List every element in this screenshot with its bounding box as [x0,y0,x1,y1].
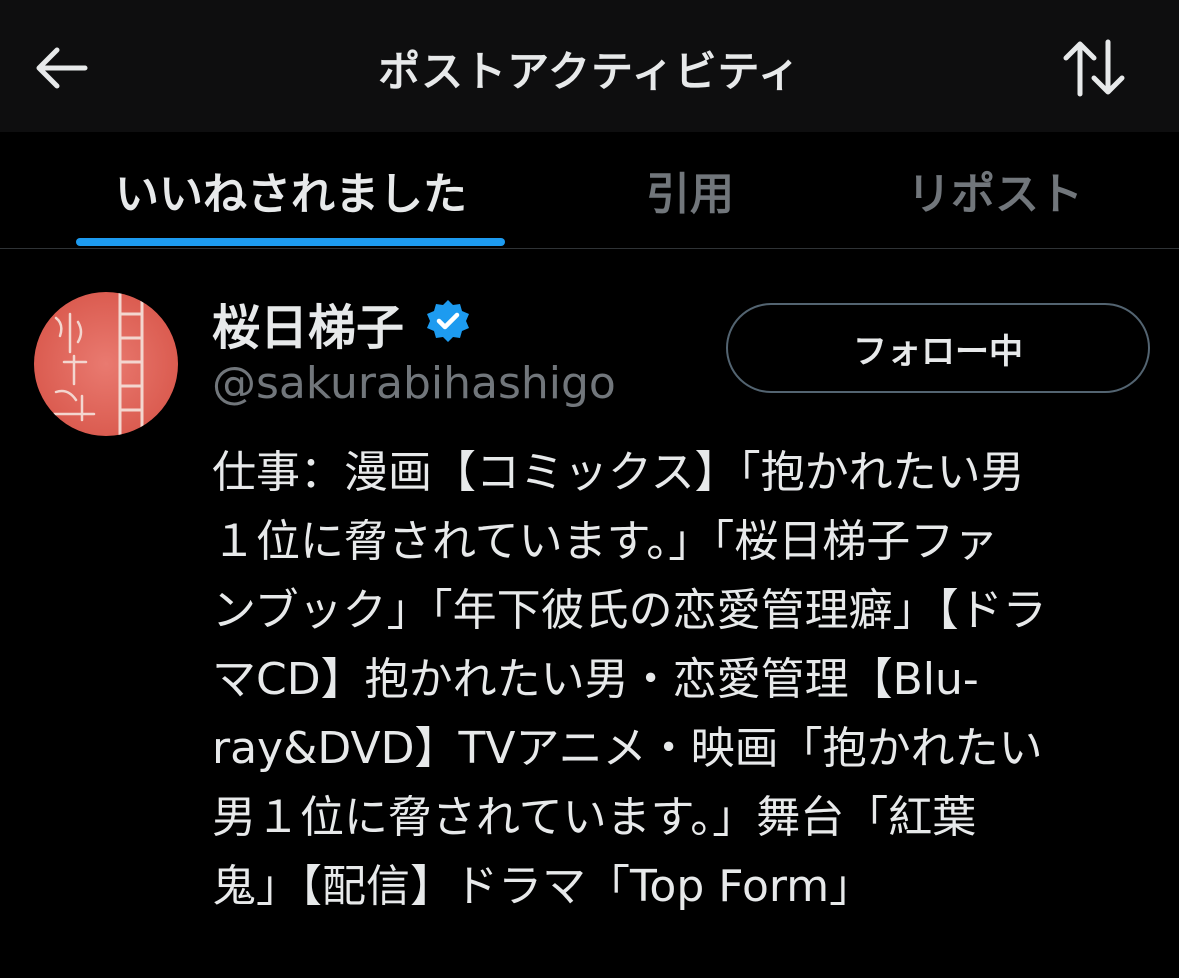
sort-arrows-icon [1063,39,1125,97]
arrow-left-icon [36,47,88,89]
sort-button[interactable] [1056,34,1132,102]
tab-likes[interactable]: いいねされました [76,132,506,248]
bio-line: 男１位に脅されています。」舞台「紅葉 [212,792,977,843]
avatar-image [34,292,178,436]
bio-line: １位に脅されています。」「桜日梯子ファ [212,516,999,567]
bio-line: ンブック」「年下彼氏の恋愛管理癖」【ドラ [212,585,1047,636]
bio-line: ray&DVD】TVアニメ・映画「抱かれたい [212,723,1043,774]
tab-bar: いいねされました 引用 リポスト [0,132,1179,249]
bio-line: 鬼」【配信】ドラマ「Top Form」 [212,861,874,912]
top-bar: ポストアクティビティ [0,0,1179,132]
following-button[interactable]: フォロー中 [726,303,1150,393]
verified-badge-icon [427,300,469,342]
user-handle[interactable]: @sakurabihashigo [212,358,616,409]
tab-quotes[interactable]: 引用 [600,132,780,248]
tab-reposts[interactable]: リポスト [880,132,1110,248]
bio-line: マCD】抱かれたい男・恋愛管理【Blu- [212,654,979,705]
back-button[interactable] [30,40,92,96]
user-bio: 仕事：漫画【コミックス】「抱かれたい男 １位に脅されています。」「桜日梯子ファ … [212,438,1142,921]
page-title: ポストアクティビティ [378,47,801,96]
avatar[interactable] [34,292,178,436]
bio-line: 仕事：漫画【コミックス】「抱かれたい男 [212,447,1025,498]
active-tab-indicator [76,238,505,246]
user-display-name[interactable]: 桜日梯子 [212,288,404,358]
